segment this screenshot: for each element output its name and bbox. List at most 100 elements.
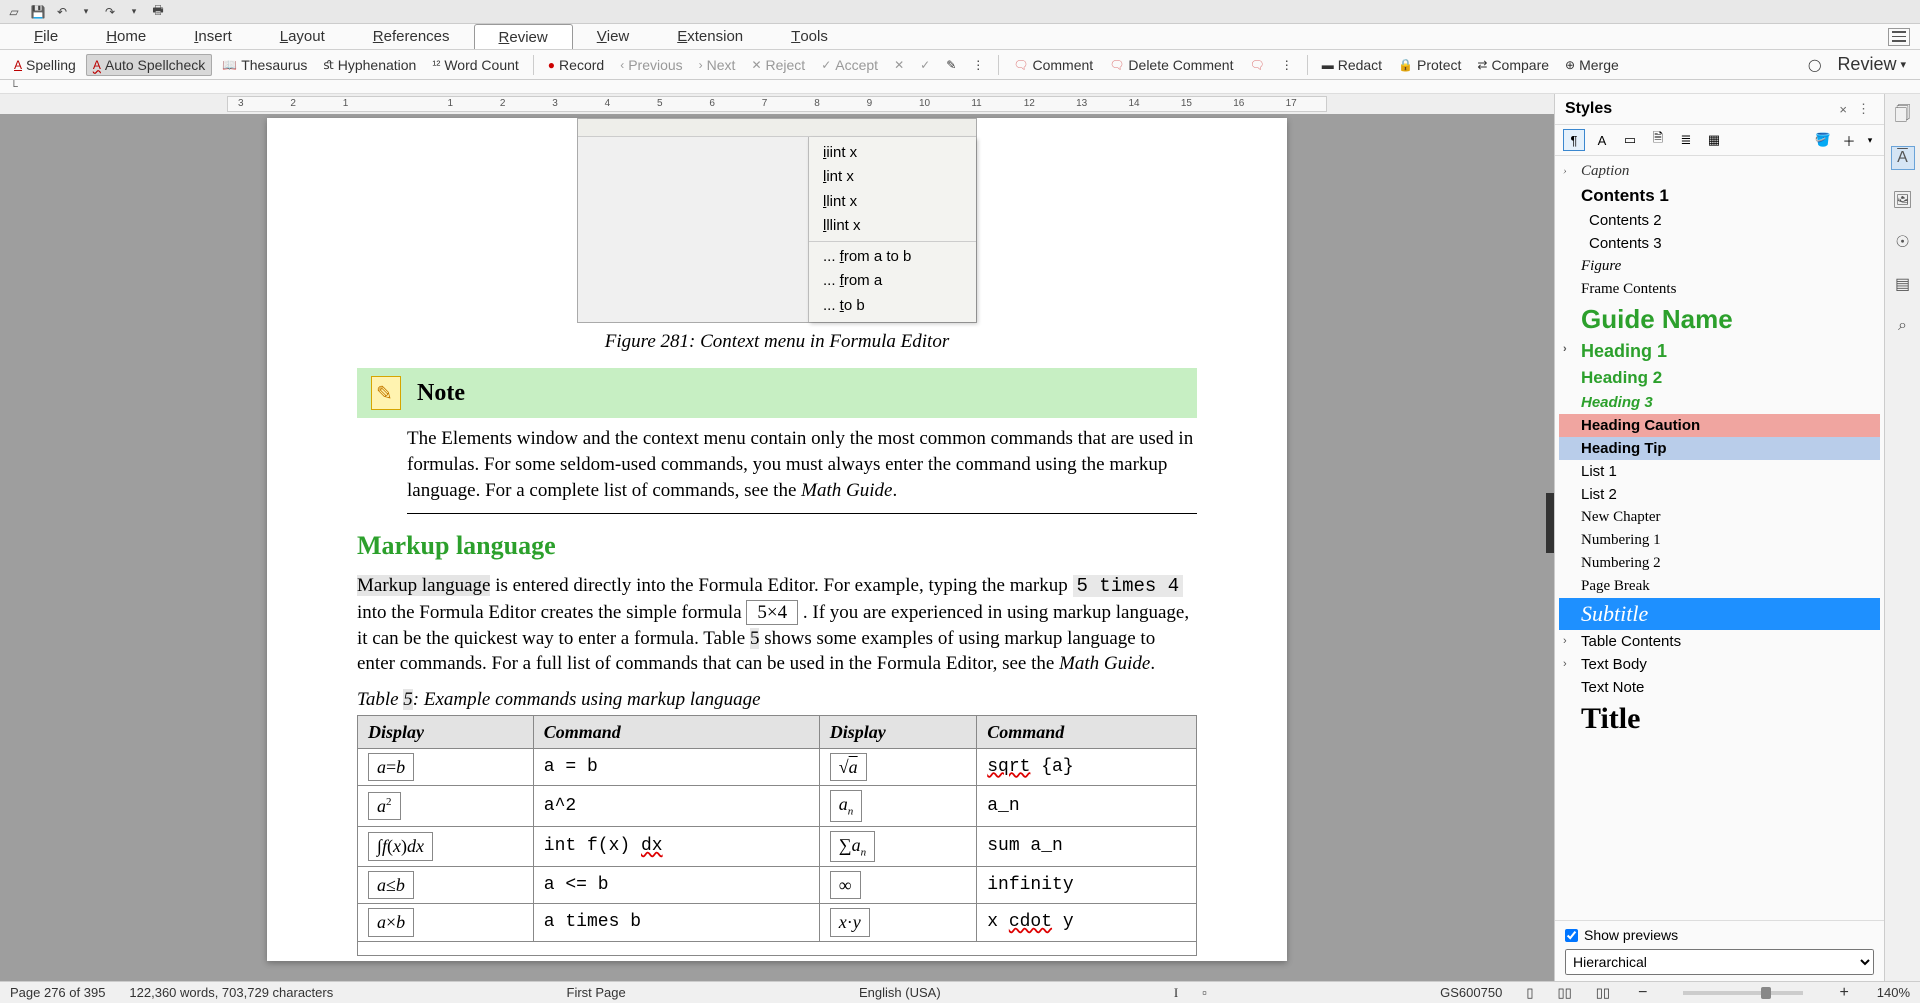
accept-all-button[interactable]: ✓: [914, 56, 936, 74]
page-styles-tab[interactable]: 🗎: [1647, 129, 1669, 151]
menu-home[interactable]: Home: [82, 24, 170, 49]
spelling-button[interactable]: ASpelling: [8, 55, 82, 75]
previous-button[interactable]: ‹Previous: [614, 55, 688, 75]
table-styles-tab[interactable]: ▦: [1703, 129, 1725, 151]
status-selection-mode[interactable]: ▫: [1202, 985, 1207, 1000]
style-item[interactable]: List 1: [1559, 460, 1880, 483]
comment-nav-button[interactable]: 🗨: [1243, 56, 1270, 74]
style-item[interactable]: ›Text Body: [1559, 653, 1880, 676]
redact-button[interactable]: ▬Redact: [1316, 55, 1388, 75]
style-item[interactable]: Heading Tip: [1559, 437, 1880, 460]
style-item[interactable]: Contents 2: [1559, 209, 1880, 232]
page-tab-icon[interactable]: ▤: [1891, 272, 1915, 296]
style-item[interactable]: ›Caption: [1559, 160, 1880, 183]
qat-new-icon[interactable]: ▱: [6, 4, 22, 20]
style-item[interactable]: Figure: [1559, 255, 1880, 278]
protect-button[interactable]: 🔒Protect: [1392, 55, 1467, 75]
style-item[interactable]: New Chapter: [1559, 506, 1880, 529]
menu-review[interactable]: Review: [474, 24, 573, 49]
menu-view[interactable]: View: [573, 24, 654, 49]
show-previews-checkbox[interactable]: Show previews: [1565, 927, 1874, 943]
zoom-thumb[interactable]: [1761, 987, 1771, 999]
next-button[interactable]: ›Next: [693, 55, 742, 75]
style-item[interactable]: Frame Contents: [1559, 278, 1880, 301]
record-button[interactable]: ●Record: [542, 55, 610, 75]
expand-icon[interactable]: ›: [1563, 635, 1567, 647]
comment-menu[interactable]: ⋮: [1275, 56, 1299, 74]
document-scroll[interactable]: iiint xlint xllint xlllint x... from a t…: [0, 114, 1554, 981]
style-item[interactable]: Text Note: [1559, 676, 1880, 699]
word-count-button[interactable]: ¹²Word Count: [426, 55, 524, 75]
panel-split-handle[interactable]: [1546, 493, 1554, 553]
style-item[interactable]: Title: [1559, 699, 1880, 739]
qat-redo-dropdown-icon[interactable]: ▾: [126, 4, 142, 20]
style-item[interactable]: Numbering 1: [1559, 529, 1880, 552]
zoom-out-button[interactable]: −: [1634, 984, 1651, 1002]
help-button[interactable]: ◯: [1802, 56, 1827, 74]
qat-save-icon[interactable]: 💾: [30, 4, 46, 20]
review-dropdown[interactable]: Review ▾: [1831, 52, 1912, 77]
gallery-tab-icon[interactable]: 🖼: [1891, 188, 1915, 212]
status-view-multi-icon[interactable]: ▯▯: [1557, 985, 1571, 1001]
styles-filter-select[interactable]: Hierarchical: [1565, 949, 1874, 975]
menu-insert[interactable]: Insert: [170, 24, 256, 49]
compare-button[interactable]: ⇄Compare: [1471, 55, 1555, 75]
menu-file[interactable]: File: [10, 24, 82, 49]
comment-button[interactable]: 🗨Comment: [1007, 55, 1099, 75]
style-item[interactable]: Heading Caution: [1559, 414, 1880, 437]
accept-button[interactable]: ✓Accept: [815, 55, 884, 75]
status-page[interactable]: Page 276 of 395: [10, 985, 105, 1000]
styles-list[interactable]: ›CaptionContents 1Contents 2Contents 3Fi…: [1555, 156, 1884, 920]
tab-stop-icon[interactable]: └: [10, 81, 18, 93]
style-item[interactable]: ›Table Contents: [1559, 630, 1880, 653]
new-style-icon[interactable]: ＋: [1838, 129, 1860, 151]
character-styles-tab[interactable]: A: [1591, 129, 1613, 151]
style-item[interactable]: Contents 3: [1559, 232, 1880, 255]
styles-tab-icon[interactable]: A: [1891, 146, 1915, 170]
menu-references[interactable]: References: [349, 24, 474, 49]
thesaurus-button[interactable]: 📖Thesaurus: [216, 55, 313, 75]
style-item[interactable]: ›Heading 1: [1559, 338, 1880, 365]
navigator-tab-icon[interactable]: ☉: [1891, 230, 1915, 254]
reject-button[interactable]: ✕Reject: [745, 55, 811, 75]
expand-icon[interactable]: ›: [1563, 658, 1567, 670]
paragraph-styles-tab[interactable]: ¶: [1563, 129, 1585, 151]
style-item[interactable]: Heading 2: [1559, 365, 1880, 391]
style-item[interactable]: Numbering 2: [1559, 552, 1880, 575]
style-actions-dropdown[interactable]: ▾: [1864, 129, 1876, 151]
zoom-in-button[interactable]: +: [1835, 984, 1852, 1002]
style-item[interactable]: Contents 1: [1559, 183, 1880, 209]
status-view-book-icon[interactable]: ▯▯: [1596, 985, 1610, 1001]
status-view-single-icon[interactable]: ▯: [1526, 985, 1533, 1001]
show-previews-input[interactable]: [1565, 929, 1578, 942]
status-word-count[interactable]: 122,360 words, 703,729 characters: [129, 985, 333, 1000]
style-item[interactable]: List 2: [1559, 483, 1880, 506]
reject-all-button[interactable]: ✕: [888, 56, 910, 74]
track-menu[interactable]: ⋮: [966, 56, 990, 74]
frame-styles-tab[interactable]: ▭: [1619, 129, 1641, 151]
expand-icon[interactable]: ›: [1563, 165, 1567, 177]
menu-layout[interactable]: Layout: [256, 24, 349, 49]
menu-extension[interactable]: Extension: [653, 24, 767, 49]
style-item[interactable]: Guide Name: [1559, 301, 1880, 338]
style-item[interactable]: Subtitle: [1559, 598, 1880, 630]
styles-close-icon[interactable]: ×: [1833, 102, 1853, 117]
status-language[interactable]: English (USA): [859, 985, 941, 1000]
delete-comment-button[interactable]: 🗨Delete Comment: [1103, 55, 1239, 75]
status-insert-mode[interactable]: I: [1174, 985, 1178, 1001]
qat-redo-icon[interactable]: ↷: [102, 4, 118, 20]
fill-format-icon[interactable]: 🪣: [1812, 129, 1834, 151]
qat-print-icon[interactable]: 🖶: [150, 4, 166, 20]
menubar-overflow-button[interactable]: [1888, 28, 1910, 46]
zoom-value[interactable]: 140%: [1877, 985, 1910, 1000]
style-item[interactable]: Heading 3: [1559, 391, 1880, 414]
qat-undo-dropdown-icon[interactable]: ▾: [78, 4, 94, 20]
styles-menu-icon[interactable]: ⋮: [1853, 101, 1874, 117]
hyphenation-button[interactable]: ﬆHyphenation: [317, 55, 422, 75]
horizontal-ruler[interactable]: 3211234567891011121314151617: [0, 94, 1554, 114]
inspector-tab-icon[interactable]: ⌕: [1891, 314, 1915, 338]
track-changes-dropdown[interactable]: ✎: [940, 56, 962, 74]
style-item[interactable]: Page Break: [1559, 575, 1880, 598]
status-page-style[interactable]: First Page: [567, 985, 626, 1000]
expand-icon[interactable]: ›: [1563, 343, 1567, 355]
